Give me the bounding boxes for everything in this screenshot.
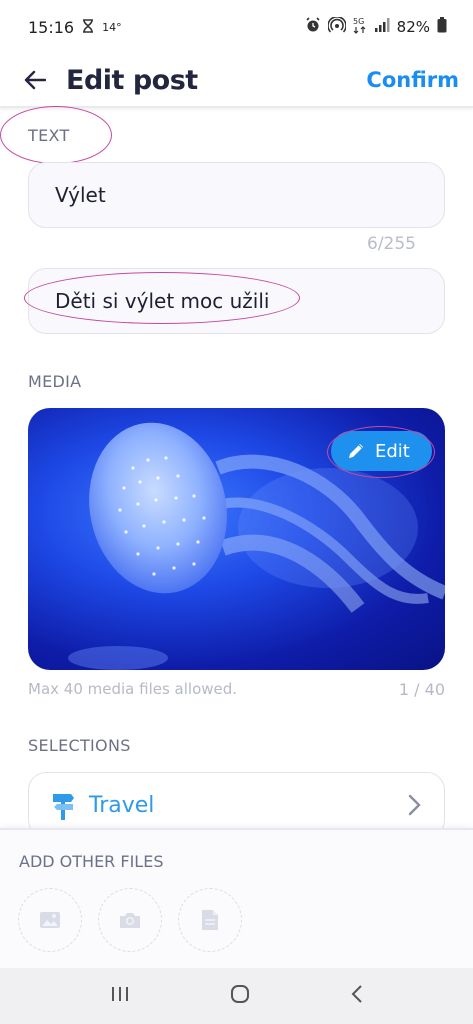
- media-image-jellyfish[interactable]: Edit: [28, 408, 445, 670]
- media-limit-info: Max 40 media files allowed.: [28, 680, 238, 698]
- recent-apps-button[interactable]: [110, 985, 130, 1007]
- system-back-button[interactable]: [350, 984, 364, 1008]
- battery-icon: [437, 17, 447, 37]
- alarm-icon: [305, 17, 321, 37]
- recent-apps-icon: [111, 987, 128, 1001]
- system-navigation-bar: [0, 968, 473, 1024]
- hourglass-icon: [82, 18, 94, 37]
- title-input-value: Výlet: [55, 183, 106, 207]
- add-document-button[interactable]: [178, 888, 242, 952]
- status-time: 15:16: [28, 17, 75, 37]
- app-header: Edit post Confirm: [0, 54, 473, 108]
- network-5g-icon: 5G: [353, 16, 367, 38]
- battery-level: 82%: [396, 18, 430, 36]
- image-icon: [40, 912, 60, 928]
- signpost-icon: [53, 794, 74, 820]
- add-other-files-panel: ADD OTHER FILES: [0, 828, 473, 968]
- annotation-circle-description: [24, 272, 300, 324]
- chevron-right-icon: [408, 794, 421, 816]
- add-photo-button[interactable]: [98, 888, 162, 952]
- confirm-button[interactable]: Confirm: [366, 68, 459, 92]
- media-section-label: MEDIA: [28, 372, 82, 391]
- home-icon: [230, 985, 249, 1003]
- title-input[interactable]: Výlet: [28, 162, 445, 228]
- annotation-circle-text-label: [0, 106, 112, 164]
- add-image-button[interactable]: [18, 888, 82, 952]
- status-temperature: 14°: [102, 20, 122, 34]
- page-title: Edit post: [66, 64, 198, 96]
- svg-text:5G: 5G: [353, 17, 364, 26]
- status-bar: 15:16 14° 5G 82%: [0, 0, 473, 54]
- title-character-counter: 6/255: [367, 234, 416, 254]
- signal-icon: [374, 17, 390, 37]
- back-button[interactable]: [20, 65, 50, 95]
- hotspot-icon: [326, 16, 347, 37]
- add-other-files-label: ADD OTHER FILES: [19, 852, 164, 871]
- document-icon: [202, 910, 218, 930]
- selections-section-label: SELECTIONS: [28, 736, 131, 755]
- annotation-circle-edit: [327, 426, 435, 478]
- home-button[interactable]: [229, 983, 251, 1009]
- chevron-left-icon: [351, 985, 362, 1003]
- camera-icon: [120, 913, 140, 928]
- selection-travel-label: Travel: [89, 792, 155, 818]
- arrow-left-icon: [24, 70, 46, 90]
- media-count: 1 / 40: [398, 680, 445, 699]
